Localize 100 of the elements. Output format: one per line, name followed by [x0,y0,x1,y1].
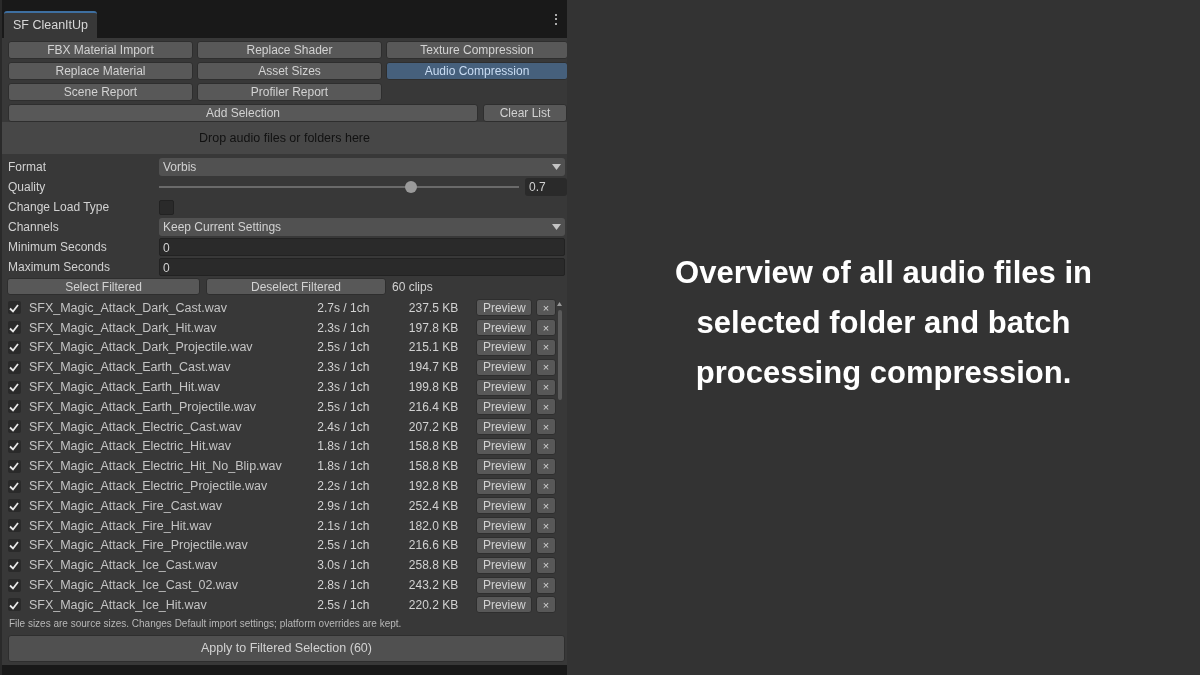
clip-count: 60 clips [392,279,433,294]
add-selection-button[interactable]: Add Selection [8,104,478,122]
checkbox[interactable] [8,598,21,612]
file-size: 243.2 KB [408,578,460,593]
file-name: SFX_Magic_Attack_Ice_Hit.wav [28,597,208,612]
clip-duration: 2.2s / 1ch [317,479,371,494]
file-name: SFX_Magic_Attack_Electric_Projectile.wav [28,479,269,494]
file-size: 182.0 KB [408,518,460,533]
file-name: SFX_Magic_Attack_Ice_Cast_02.wav [28,578,240,593]
preview-button[interactable]: Preview [476,457,533,475]
dropdown-caret-icon [552,224,561,230]
file-name: SFX_Magic_Attack_Fire_Projectile.wav [28,538,249,553]
checkbox[interactable] [8,499,21,513]
dropdown[interactable]: Vorbis [159,158,565,176]
preview-button[interactable]: Preview [476,358,533,376]
checkbox[interactable] [8,538,21,552]
remove-button[interactable]: × [536,299,556,317]
file-size: 216.6 KB [408,538,460,553]
checkbox[interactable] [8,360,21,374]
remove-button[interactable]: × [536,517,556,535]
remove-button[interactable]: × [536,398,556,416]
deselect-filtered-button[interactable]: Deselect Filtered [206,278,386,295]
checkbox[interactable] [8,380,21,394]
file-name: SFX_Magic_Attack_Electric_Cast.wav [28,419,243,434]
apply-button[interactable]: Apply to Filtered Selection (60) [8,634,565,662]
module-button[interactable]: Audio Compression [386,62,568,80]
remove-button[interactable]: × [536,457,556,475]
module-button[interactable]: Replace Material [8,62,193,80]
preview-button[interactable]: Preview [476,398,533,416]
checkbox[interactable] [8,459,21,473]
remove-button[interactable]: × [536,418,556,436]
setting-label: Change Load Type [7,200,111,214]
dropdown-caret-icon [552,164,561,170]
slider-thumb[interactable] [405,181,417,193]
checkbox[interactable] [8,519,21,533]
clip-duration: 2.1s / 1ch [317,518,371,533]
module-button[interactable]: FBX Material Import [8,41,193,59]
input-field[interactable]: 0 [159,258,565,276]
scrollbar-thumb[interactable] [557,310,562,400]
remove-button[interactable]: × [536,556,556,574]
module-button[interactable]: Scene Report [8,83,193,101]
preview-button[interactable]: Preview [476,378,533,396]
file-size: 194.7 KB [408,360,460,375]
preview-button[interactable]: Preview [476,418,533,436]
file-size: 207.2 KB [408,419,460,434]
preview-button[interactable]: Preview [476,596,533,614]
value-field[interactable]: 0.7 [525,178,567,196]
preview-button[interactable]: Preview [476,339,533,356]
file-name: SFX_Magic_Attack_Ice_Cast.wav [28,558,219,573]
input-field[interactable]: 0 [159,238,565,256]
remove-button[interactable]: × [536,319,556,337]
checkbox[interactable] [8,321,21,335]
preview-button[interactable]: Preview [476,319,533,337]
checkbox[interactable] [8,578,21,592]
checkbox[interactable] [8,400,21,414]
file-size: 158.8 KB [408,439,460,454]
window-tab[interactable]: SF CleanItUp [4,11,98,38]
preview-button[interactable]: Preview [476,556,533,574]
checkbox[interactable] [8,558,21,572]
remove-button[interactable]: × [536,497,556,515]
remove-button[interactable]: × [536,536,556,554]
dropdown[interactable]: Keep Current Settings [159,218,565,236]
setting-label: Format [7,160,47,174]
module-button[interactable]: Asset Sizes [197,62,382,80]
checkbox[interactable] [8,420,21,434]
preview-button[interactable]: Preview [476,299,533,317]
clear-list-button[interactable]: Clear List [483,104,567,122]
preview-button[interactable]: Preview [476,576,533,594]
remove-button[interactable]: × [536,339,556,356]
remove-button[interactable]: × [536,378,556,396]
file-name: SFX_Magic_Attack_Dark_Projectile.wav [28,340,254,355]
checkbox[interactable] [8,439,21,453]
select-filtered-button[interactable]: Select Filtered [7,278,200,295]
clip-duration: 2.3s / 1ch [317,320,371,335]
more-menu-icon[interactable]: ⋮ [549,11,563,27]
clip-duration: 3.0s / 1ch [317,558,371,573]
scroll-up-arrow-icon[interactable] [557,302,562,306]
module-button[interactable]: Replace Shader [197,41,382,59]
remove-button[interactable]: × [536,596,556,614]
preview-button[interactable]: Preview [476,517,533,535]
checkbox[interactable] [8,479,21,493]
remove-button[interactable]: × [536,477,556,495]
preview-button[interactable]: Preview [476,477,533,495]
checkbox[interactable] [8,301,21,315]
preview-button[interactable]: Preview [476,437,533,455]
file-size: 237.5 KB [408,300,460,315]
clip-duration: 2.5s / 1ch [317,340,371,355]
remove-button[interactable]: × [536,437,556,455]
remove-button[interactable]: × [536,576,556,594]
file-name: SFX_Magic_Attack_Electric_Hit.wav [28,439,233,454]
clip-duration: 2.5s / 1ch [317,597,371,612]
checkbox[interactable] [8,341,21,354]
file-size: 220.2 KB [408,597,460,612]
preview-button[interactable]: Preview [476,497,533,515]
file-size: 158.8 KB [408,459,460,474]
preview-button[interactable]: Preview [476,536,533,554]
module-button[interactable]: Profiler Report [197,83,382,101]
module-button[interactable]: Texture Compression [386,41,568,59]
info-note: File sizes are source sizes. Changes Default import settings; platform overrides are kept. [8,616,403,631]
remove-button[interactable]: × [536,358,556,376]
